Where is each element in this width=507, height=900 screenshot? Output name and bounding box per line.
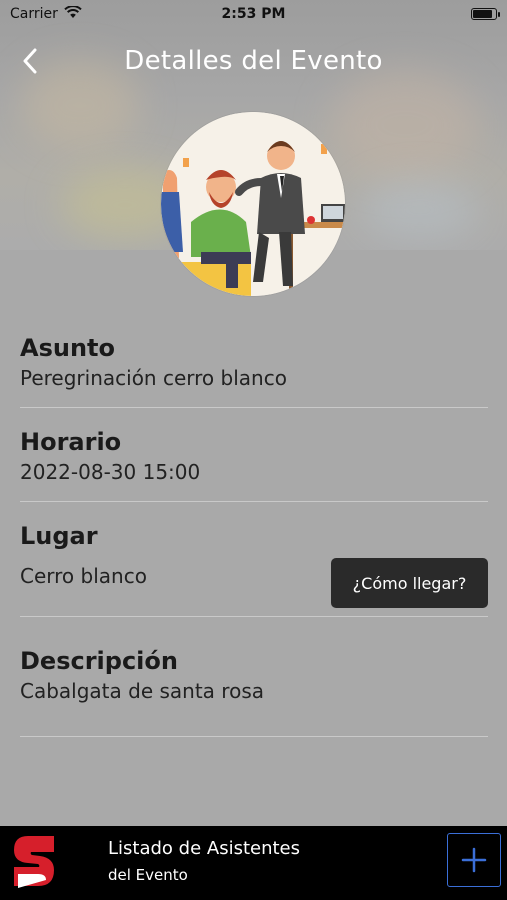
chevron-left-icon <box>23 48 37 74</box>
attendees-subtitle: del Evento <box>108 866 188 884</box>
description-value: Cabalgata de santa rosa <box>20 679 264 703</box>
battery-icon <box>471 8 500 20</box>
event-details: Asunto Peregrinación cerro blanco Horari… <box>20 320 488 737</box>
back-button[interactable] <box>14 44 46 78</box>
description-section: Descripción Cabalgata de santa rosa <box>20 617 488 737</box>
navigation-bar: Detalles del Evento <box>0 38 507 84</box>
page-title: Detalles del Evento <box>124 46 383 76</box>
event-image <box>161 112 345 296</box>
attendees-bar[interactable]: Listado de Asistentes del Evento <box>0 826 507 900</box>
s-logo-icon <box>12 834 58 890</box>
add-attendee-button[interactable] <box>447 833 501 887</box>
status-time: 2:53 PM <box>221 6 286 22</box>
attendees-title: Listado de Asistentes <box>108 838 300 859</box>
wifi-icon <box>64 4 82 23</box>
place-section: Lugar Cerro blanco ¿Cómo llegar? <box>20 502 488 617</box>
schedule-value: 2022-08-30 15:00 <box>20 460 201 484</box>
plus-icon <box>461 847 487 873</box>
description-label: Descripción <box>20 647 178 675</box>
subject-section: Asunto Peregrinación cerro blanco <box>20 320 488 408</box>
subject-label: Asunto <box>20 334 115 362</box>
subject-value: Peregrinación cerro blanco <box>20 366 287 390</box>
schedule-section: Horario 2022-08-30 15:00 <box>20 408 488 502</box>
place-label: Lugar <box>20 522 98 550</box>
schedule-label: Horario <box>20 428 122 456</box>
status-bar: Carrier 2:53 PM <box>0 0 507 28</box>
carrier-label: Carrier <box>10 6 58 22</box>
directions-button[interactable]: ¿Cómo llegar? <box>331 558 488 608</box>
